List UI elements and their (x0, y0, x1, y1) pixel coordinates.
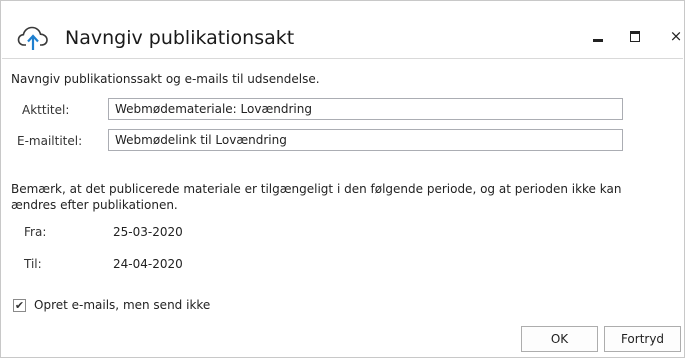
emailtitel-label: E-mailtitel: (17, 134, 83, 148)
emailtitel-input[interactable] (108, 129, 623, 151)
title-bar[interactable]: Navngiv publikationsakt × (1, 1, 684, 57)
close-button[interactable]: × (661, 21, 685, 51)
close-icon: × (669, 27, 683, 45)
title-divider (2, 58, 683, 59)
dialog-title: Navngiv publikationsakt (65, 27, 295, 49)
akttitel-label: Akttitel: (22, 103, 70, 117)
from-label: Fra: (24, 225, 47, 239)
intro-text: Navngiv publikationssakt og e-mails til … (11, 72, 320, 86)
from-date: 25-03-2020 (113, 225, 183, 239)
to-label: Til: (24, 257, 42, 271)
publish-dialog: Navngiv publikationsakt × Navngiv publik… (0, 0, 685, 358)
to-date: 24-04-2020 (113, 257, 183, 271)
minimize-icon (593, 38, 603, 42)
maximize-icon (630, 30, 640, 42)
cloud-upload-icon (17, 25, 49, 51)
create-without-send-checkbox[interactable]: ✔ (13, 299, 26, 312)
minimize-button[interactable] (583, 21, 613, 51)
create-without-send-label[interactable]: Opret e-mails, men send ikke (34, 298, 210, 312)
akttitel-input[interactable] (108, 98, 623, 120)
ok-button[interactable]: OK (521, 326, 598, 352)
maximize-button[interactable] (620, 21, 650, 51)
cancel-button[interactable]: Fortryd (604, 326, 681, 352)
checkmark-icon: ✔ (14, 299, 25, 312)
period-note: Bemærk, at det publicerede materiale er … (11, 182, 622, 212)
